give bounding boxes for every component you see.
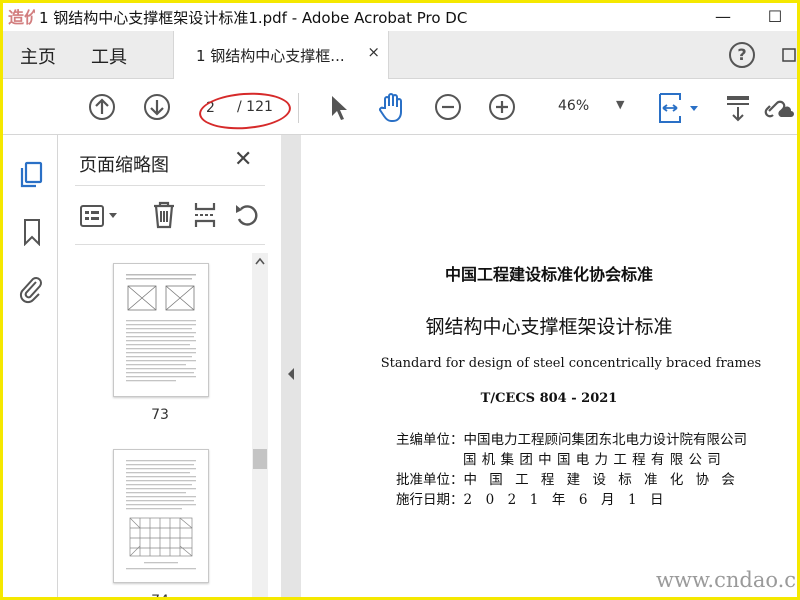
acrobat-window: 造价 1 钢结构中心支撑框架设计标准1.pdf - Adobe Acrobat … xyxy=(3,3,797,597)
scrollbar-thumb[interactable] xyxy=(253,449,267,469)
zoom-level-dropdown[interactable]: 46% ▼ xyxy=(544,94,634,120)
info-value: 2 0 2 1 年 6 月 1 日 xyxy=(463,492,664,508)
minimize-button[interactable]: — xyxy=(703,5,743,29)
menu-tools[interactable]: 工具 xyxy=(91,43,127,69)
panel-splitter[interactable] xyxy=(281,135,301,597)
left-navigation-rail xyxy=(3,135,58,597)
link-cloud-icon[interactable] xyxy=(763,93,795,121)
svg-text:造价: 造价 xyxy=(8,8,35,27)
zoom-in-icon[interactable] xyxy=(488,93,516,121)
document-title-english: Standard for design of steel concentrica… xyxy=(380,356,762,371)
info-value: 国 机 集 团 中 国 电 力 工 程 有 限 公 司 xyxy=(463,452,722,468)
document-organization: 中国工程建设标准化协会标准 xyxy=(444,265,653,284)
toolbar: / 121 46% ▼ xyxy=(3,79,797,135)
previous-page-icon[interactable] xyxy=(88,93,116,121)
fit-page-icon[interactable] xyxy=(657,92,701,124)
rotate-icon[interactable] xyxy=(233,201,261,229)
scroll-mode-icon[interactable] xyxy=(725,92,751,124)
thumbnails-scrollbar[interactable] xyxy=(252,253,268,597)
thumbnails-panel: 页面缩略图 ✕ 73 xyxy=(59,135,281,597)
title-bar: 造价 1 钢结构中心支撑框架设计标准1.pdf - Adobe Acrobat … xyxy=(3,3,797,31)
window-title: 1 钢结构中心支撑框架设计标准1.pdf - Adobe Acrobat Pro… xyxy=(39,9,468,27)
thumbnail-options-icon[interactable] xyxy=(79,204,121,228)
trash-icon[interactable] xyxy=(151,201,177,229)
page-thumbnail[interactable] xyxy=(113,449,209,583)
document-info-row: 主编单位：中国电力工程顾问集团东北电力设计院有限公司 xyxy=(396,428,747,448)
info-label: 施行日期： xyxy=(396,492,464,508)
document-title: 钢结构中心支撑框架设计标准 xyxy=(425,316,673,338)
collapse-panel-icon[interactable] xyxy=(286,367,296,381)
info-label: 批准单位： xyxy=(396,472,464,488)
zoom-out-icon[interactable] xyxy=(434,93,462,121)
document-info-row: 国 机 集 团 中 国 电 力 工 程 有 限 公 司 xyxy=(463,448,721,468)
document-tab[interactable]: 1 钢结构中心支撑框... × xyxy=(173,31,389,79)
close-tab-icon[interactable]: × xyxy=(367,43,380,61)
toolbar-divider xyxy=(298,93,299,123)
zoom-level-value: 46% xyxy=(558,98,590,114)
help-icon[interactable]: ? xyxy=(729,42,755,68)
document-info-row: 施行日期：2 0 2 1 年 6 月 1 日 xyxy=(396,488,664,508)
tab-row: 主页 工具 1 钢结构中心支撑框... × ? xyxy=(3,31,797,79)
info-label: 主编单位： xyxy=(396,432,464,448)
thumbnail-toolbar xyxy=(75,185,265,245)
bookmark-icon[interactable] xyxy=(22,218,42,246)
insert-page-icon[interactable] xyxy=(193,201,217,229)
thumbnail-page-label: 73 xyxy=(151,407,169,423)
thumbnail-page-label: 74 xyxy=(59,593,261,597)
document-info-row: 批准单位：中 国 工 程 建 设 标 准 化 协 会 xyxy=(396,468,739,488)
info-value: 中 国 工 程 建 设 标 准 化 协 会 xyxy=(463,472,739,488)
share-icon[interactable] xyxy=(781,45,797,65)
scroll-up-icon[interactable] xyxy=(255,257,265,265)
document-viewport[interactable]: 中国工程建设标准化协会标准 钢结构中心支撑框架设计标准 Standard for… xyxy=(301,135,797,597)
document-code: T/CECS 804 - 2021 xyxy=(480,391,618,406)
page-thumbnail[interactable] xyxy=(113,263,209,397)
document-tab-label: 1 钢结构中心支撑框... xyxy=(196,47,345,65)
close-panel-icon[interactable]: ✕ xyxy=(234,147,252,172)
next-page-icon[interactable] xyxy=(143,93,171,121)
restore-button[interactable]: ☐ xyxy=(755,5,795,29)
watermark-text: www.cndao.com xyxy=(656,568,797,592)
panel-title: 页面缩略图 xyxy=(79,155,169,176)
attachment-icon[interactable] xyxy=(18,273,44,305)
info-value: 中国电力工程顾问集团东北电力设计院有限公司 xyxy=(463,432,748,448)
menu-home[interactable]: 主页 xyxy=(20,43,56,69)
page-thumbnails-icon[interactable] xyxy=(19,161,45,189)
site-logo: 造价 xyxy=(7,6,35,28)
chevron-down-icon: ▼ xyxy=(616,98,625,111)
select-arrow-icon[interactable] xyxy=(328,94,350,122)
hand-tool-icon[interactable] xyxy=(376,91,408,123)
